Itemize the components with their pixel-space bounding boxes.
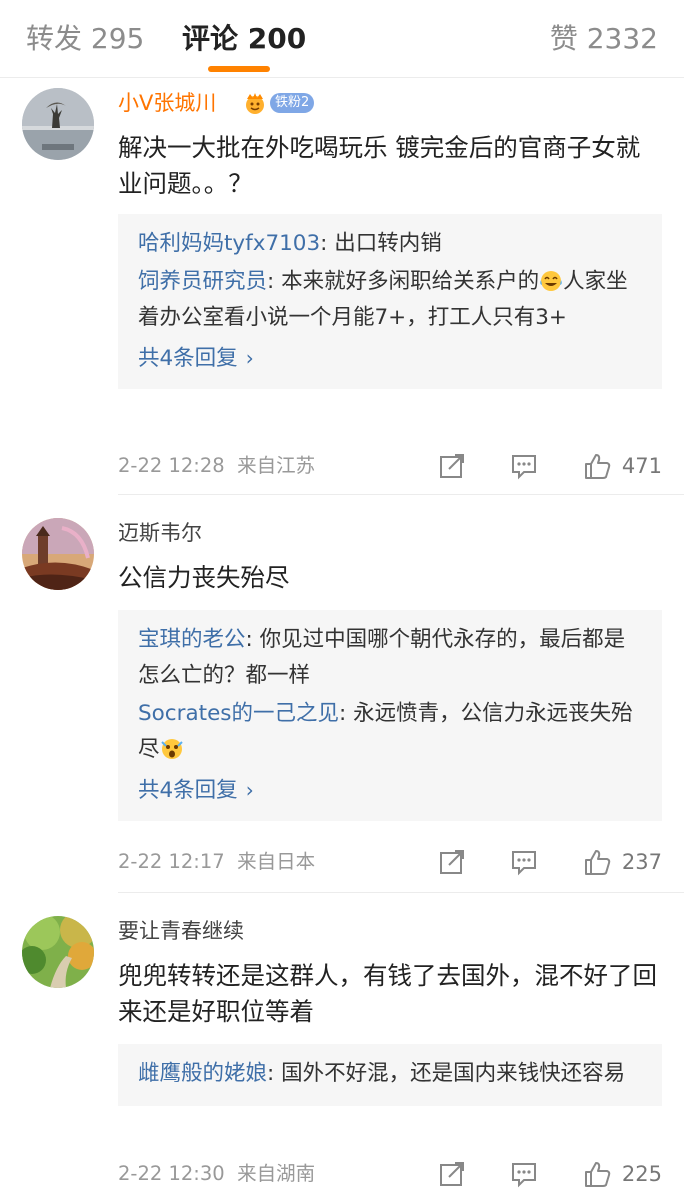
reply-text: 出口转内销 [334, 231, 442, 256]
comment-meta: 2-22 12:30 来自湖南 225 [118, 1156, 662, 1192]
shocked-emoji [160, 739, 183, 759]
avatar[interactable] [22, 518, 94, 590]
like-button[interactable]: 225 [582, 1156, 662, 1192]
comment-text: 公信力丧失殆尽 [118, 563, 290, 592]
thumbs-up-icon [584, 850, 611, 875]
reply-box[interactable]: 哈利妈妈tyfx7103: 出口转内销 饲养员研究员: 本来就好多闲职给关系户的… [118, 214, 662, 389]
comment-icon[interactable] [510, 1160, 538, 1188]
like-count: 471 [621, 454, 662, 478]
comment-text: 解决一大批在外吃喝玩乐 镀完金后的官商子女就业问题。。？ [118, 133, 641, 198]
comment-time: 2-22 12:17 来自日本 [118, 850, 316, 873]
reply-item[interactable]: 宝琪的老公: 你见过中国哪个朝代永存的，最后都是怎么亡的？都一样 [138, 622, 644, 694]
fan-badge: 铁粉2 [270, 93, 315, 113]
laugh-cry-emoji [540, 271, 562, 291]
tab-repost[interactable]: 转发 295 [26, 20, 144, 58]
like-button[interactable]: 471 [582, 448, 662, 484]
reply-separator: : [320, 231, 335, 256]
reply-item[interactable]: 雌鹰般的姥娘: 国外不好混，还是国内来钱快还容易 [138, 1056, 644, 1092]
reply-separator: : [339, 701, 354, 726]
active-tab-indicator [208, 66, 270, 72]
reply-item[interactable]: 饲养员研究员: 本来就好多闲职给关系户的 人家坐着办公室看小说一个月能7+，打工人… [138, 264, 644, 336]
comment-meta: 2-22 12:28 来自江苏 471 [118, 448, 662, 484]
reply-username[interactable]: 雌鹰般的姥娘 [138, 1061, 267, 1086]
comment-tabs: 转发 295 评论 200 赞 2332 [0, 0, 684, 78]
reply-username[interactable]: 宝琪的老公 [138, 627, 246, 652]
avatar[interactable] [22, 88, 94, 160]
avatar[interactable] [22, 916, 94, 988]
more-replies-label: 共4条回复 [138, 778, 238, 803]
more-replies-link[interactable]: 共4条回复 › [138, 772, 644, 809]
comment-meta: 2-22 12:17 来自日本 237 [118, 844, 662, 880]
username[interactable]: 小V张城川 [118, 88, 216, 118]
more-replies-link[interactable]: 共4条回复 › [138, 340, 644, 377]
tab-comments[interactable]: 评论 200 [182, 20, 306, 58]
like-count: 237 [621, 850, 662, 874]
reply-item[interactable]: 哈利妈妈tyfx7103: 出口转内销 [138, 226, 644, 262]
comment-time: 2-22 12:28 来自江苏 [118, 454, 316, 477]
tab-likes[interactable]: 赞 2332 [550, 20, 658, 58]
comment-time: 2-22 12:30 来自湖南 [118, 1162, 316, 1185]
thumbs-up-icon [584, 1162, 611, 1187]
share-icon[interactable] [438, 848, 466, 876]
comment-icon[interactable] [510, 452, 538, 480]
comment-icon[interactable] [510, 848, 538, 876]
reply-text: 本来就好多闲职给关系户的 [281, 269, 540, 294]
like-count: 225 [621, 1162, 662, 1186]
username[interactable]: 要让青春继续 [118, 916, 244, 946]
reply-item[interactable]: Socrates的一己之见: 永远愤青，公信力永远丧失殆尽 [138, 696, 644, 768]
reply-box[interactable]: 宝琪的老公: 你见过中国哪个朝代永存的，最后都是怎么亡的？都一样 Socrate… [118, 610, 662, 821]
reply-username[interactable]: 饲养员研究员 [138, 269, 267, 294]
reply-box[interactable]: 雌鹰般的姥娘: 国外不好混，还是国内来钱快还容易 [118, 1044, 662, 1106]
reply-separator: : [267, 1061, 282, 1086]
crown-icon [246, 93, 264, 114]
share-icon[interactable] [438, 452, 466, 480]
reply-separator: : [267, 269, 282, 294]
thumbs-up-icon [584, 454, 611, 479]
like-button[interactable]: 237 [582, 844, 662, 880]
divider [118, 892, 684, 893]
username[interactable]: 迈斯韦尔 [118, 518, 202, 548]
reply-username[interactable]: 哈利妈妈tyfx7103 [138, 231, 320, 256]
chevron-right-icon: › [245, 778, 254, 802]
reply-separator: : [245, 627, 260, 652]
more-replies-label: 共4条回复 [138, 346, 238, 371]
divider [118, 494, 684, 495]
user-badges: 铁粉2 [242, 90, 315, 116]
reply-username[interactable]: Socrates的一己之见 [138, 701, 339, 726]
reply-text: 国外不好混，还是国内来钱快还容易 [281, 1061, 626, 1086]
chevron-right-icon: › [245, 346, 254, 370]
comment-text: 兜兜转转还是这群人，有钱了去国外，混不好了回来还是好职位等着 [118, 961, 657, 1026]
share-icon[interactable] [438, 1160, 466, 1188]
